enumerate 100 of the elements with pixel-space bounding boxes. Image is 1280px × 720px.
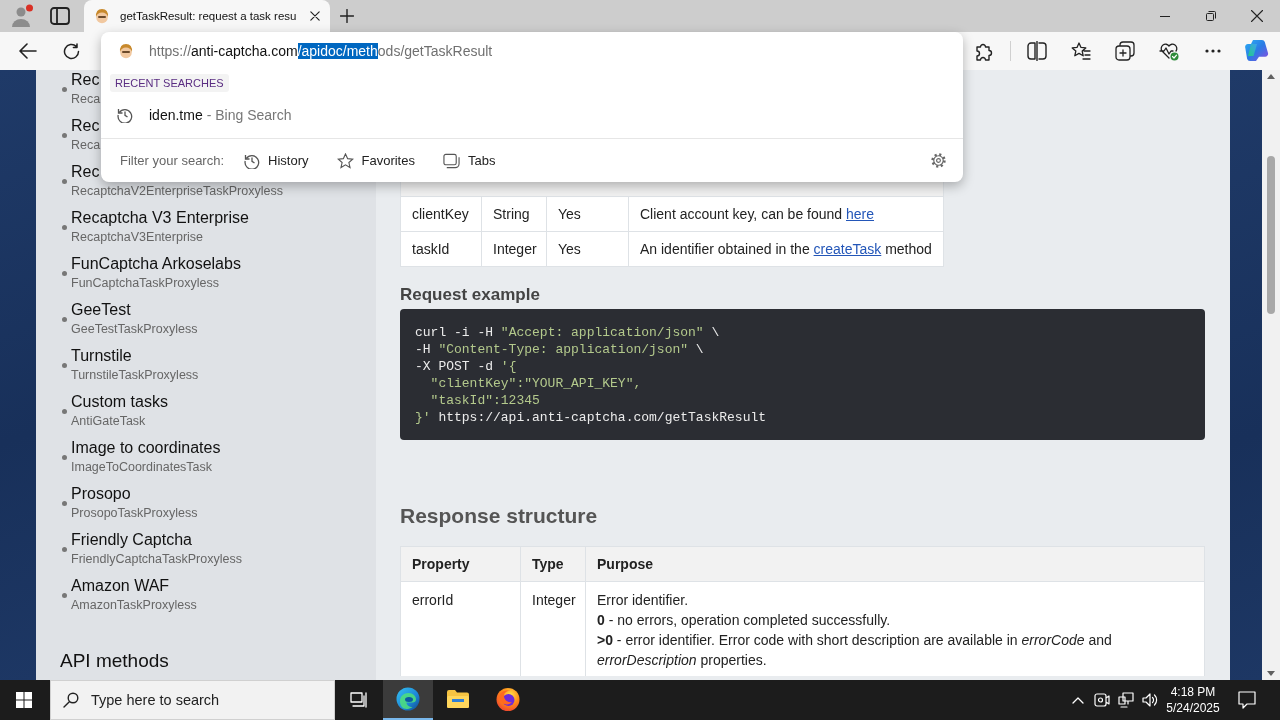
bullet-icon bbox=[62, 500, 67, 506]
task-type-label: Reca bbox=[71, 91, 101, 108]
table-cell-text: Integer bbox=[532, 591, 576, 610]
task-type-label: ImageToCoordinatesTask bbox=[71, 459, 213, 476]
table-cell: Yes bbox=[547, 197, 629, 232]
settings-icon[interactable] bbox=[930, 152, 947, 169]
sidebar-link[interactable]: Recaptcha V3 Enterprise bbox=[71, 208, 249, 228]
reload-icon[interactable] bbox=[63, 42, 80, 60]
sidebar-link[interactable]: GeeTest bbox=[71, 300, 131, 320]
browser-logo-icon[interactable] bbox=[396, 687, 420, 711]
task-view-icon[interactable] bbox=[350, 692, 368, 708]
bullet-icon bbox=[62, 316, 67, 322]
volume-icon[interactable] bbox=[1142, 692, 1158, 708]
favorites-list-icon[interactable] bbox=[1071, 41, 1091, 61]
camera-icon[interactable] bbox=[1094, 692, 1110, 708]
star-icon[interactable] bbox=[336, 152, 354, 169]
doc-link[interactable]: createTask bbox=[813, 241, 882, 257]
sidebar-link[interactable]: Image to coordinates bbox=[71, 438, 221, 458]
sidebar-link[interactable]: Rec bbox=[71, 70, 100, 90]
table-cell: taskId bbox=[401, 232, 482, 267]
section-heading: Response structure bbox=[400, 503, 598, 529]
bullet-icon bbox=[62, 132, 67, 138]
code-line: -H "Content-Type: application/json" \ bbox=[415, 341, 704, 358]
table-cell: Client account key, can be found here bbox=[629, 197, 944, 232]
section-heading: Request example bbox=[400, 284, 540, 306]
scrollbar-thumb[interactable] bbox=[1267, 156, 1275, 314]
taskbar-app-button[interactable] bbox=[383, 680, 433, 720]
filter-button[interactable]: History bbox=[244, 152, 309, 169]
browser-tab[interactable]: getTaskResult: request a task resu bbox=[84, 0, 331, 32]
address-field[interactable]: https://anti-captcha.com/apidoc/methods/getTaskResult bbox=[101, 32, 493, 70]
task-type-label: GeeTestTaskProxyless bbox=[71, 321, 198, 338]
sidebar-link[interactable]: Rec bbox=[71, 116, 100, 136]
bullet-icon bbox=[62, 178, 67, 184]
section-label: RECENT SEARCHES bbox=[110, 74, 229, 92]
fox-logo-icon[interactable] bbox=[496, 687, 520, 711]
favicon-icon bbox=[94, 8, 110, 24]
sidebar-link[interactable]: Amazon WAF bbox=[71, 576, 170, 596]
task-type-label: FunCaptchaTaskProxyless bbox=[71, 275, 219, 292]
profile-icon[interactable] bbox=[10, 4, 34, 28]
plus-icon[interactable] bbox=[340, 9, 355, 23]
code-line: "clientKey":"YOUR_API_KEY", bbox=[429, 375, 642, 392]
bullet-icon bbox=[62, 362, 67, 368]
heart-pulse-icon[interactable] bbox=[1159, 41, 1179, 61]
scroll-up-icon[interactable] bbox=[1267, 74, 1275, 79]
close-icon[interactable] bbox=[1251, 10, 1263, 22]
task-type-label: RecaptchaV2EnterpriseTaskProxyless bbox=[71, 183, 283, 200]
tabs-icon[interactable] bbox=[442, 152, 460, 169]
column-header: Property bbox=[401, 547, 521, 582]
table-cell: Integer bbox=[482, 232, 547, 267]
bullet-icon bbox=[62, 224, 67, 230]
task-type-label: FriendlyCaptchaTaskProxyless bbox=[71, 551, 242, 568]
clock-date: 5/24/2025 bbox=[1166, 700, 1220, 716]
search-icon[interactable] bbox=[63, 692, 79, 708]
task-type-label: Reca bbox=[71, 137, 101, 154]
suggestion-item[interactable]: iden.tme - Bing Search bbox=[101, 103, 292, 127]
task-type-label: RecaptchaV3Enterprise bbox=[71, 229, 204, 246]
filter-label: Filter your search: bbox=[120, 153, 225, 168]
doc-link[interactable]: here bbox=[846, 206, 874, 222]
split-screen-icon[interactable] bbox=[1027, 41, 1047, 61]
scrollbar[interactable] bbox=[1262, 70, 1280, 680]
sidebar-link[interactable]: Rec bbox=[71, 162, 100, 182]
sidebar-link[interactable]: Custom tasks bbox=[71, 392, 168, 412]
column-header: Purpose bbox=[586, 547, 1205, 582]
bullet-icon bbox=[62, 270, 67, 276]
collections-icon[interactable] bbox=[1115, 41, 1135, 61]
sidebar-link[interactable]: Turnstile bbox=[71, 346, 132, 366]
windows-logo-icon[interactable] bbox=[16, 692, 32, 708]
history-icon[interactable] bbox=[117, 107, 133, 123]
bullet-icon bbox=[62, 408, 67, 414]
restore-icon[interactable] bbox=[1206, 11, 1216, 21]
network-icon[interactable] bbox=[1118, 692, 1134, 708]
filter-button[interactable]: Tabs bbox=[442, 152, 496, 169]
table-cell: An identifier obtained in the createTask method bbox=[629, 232, 944, 267]
more-icon[interactable] bbox=[1205, 49, 1221, 53]
copilot-icon[interactable] bbox=[1245, 39, 1269, 63]
scroll-down-icon[interactable] bbox=[1267, 671, 1275, 676]
column-header: Type bbox=[521, 547, 586, 582]
minimize-icon[interactable] bbox=[1160, 15, 1170, 17]
sidebar-link[interactable]: Prosopo bbox=[71, 484, 131, 504]
back-icon[interactable] bbox=[19, 43, 37, 59]
bullet-icon bbox=[62, 86, 67, 92]
taskbar-search-field[interactable]: Type here to search bbox=[50, 680, 335, 720]
close-icon[interactable] bbox=[310, 11, 321, 21]
notification-icon[interactable] bbox=[1238, 691, 1256, 709]
sidebar-link[interactable]: Friendly Captcha bbox=[71, 530, 192, 550]
code-line: curl -i -H "Accept: application/json" \ bbox=[415, 324, 720, 341]
filter-button[interactable]: Favorites bbox=[336, 152, 415, 169]
folder-icon[interactable] bbox=[446, 689, 470, 709]
puzzle-icon[interactable] bbox=[974, 41, 994, 61]
code-line: "taskId":12345 bbox=[429, 392, 540, 409]
task-type-label: AmazonTaskProxyless bbox=[71, 597, 197, 614]
sidebar-link[interactable]: FunCaptcha Arkoselabs bbox=[71, 254, 241, 274]
table-cell: clientKey bbox=[401, 197, 482, 232]
chevron-up-icon[interactable] bbox=[1072, 696, 1084, 704]
clock-time: 4:18 PM bbox=[1170, 684, 1216, 700]
sidebar-heading: API methods bbox=[60, 649, 169, 673]
bullet-icon bbox=[62, 454, 67, 460]
history-icon[interactable] bbox=[244, 152, 261, 169]
bullet-icon bbox=[62, 592, 67, 598]
tab-panel-icon[interactable] bbox=[50, 7, 70, 25]
